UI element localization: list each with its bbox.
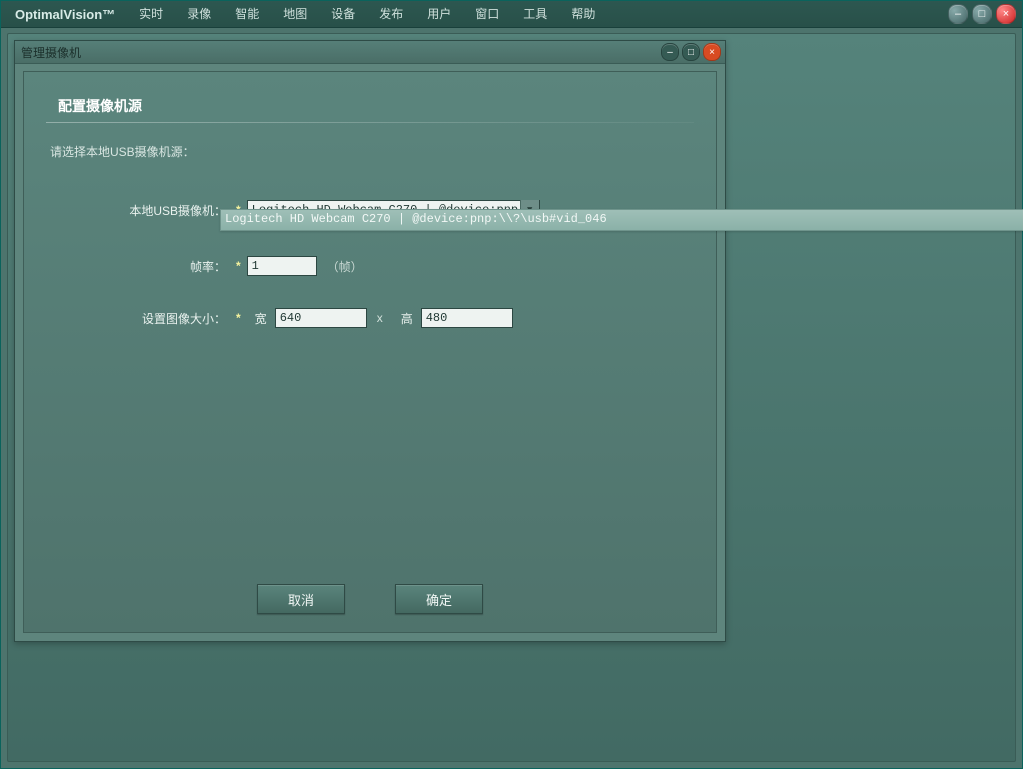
label-image-size: 设置图像大小：: [46, 310, 230, 327]
child-titlebar[interactable]: 管理摄像机 – □ ×: [15, 41, 725, 64]
menu-user[interactable]: 用户: [415, 1, 463, 27]
row-image-size: 设置图像大小： * 宽 x 高: [46, 306, 694, 330]
maximize-icon: □: [688, 47, 694, 58]
child-window-controls: – □ ×: [661, 43, 721, 61]
app-brand: OptimalVision™: [1, 7, 127, 22]
maximize-button[interactable]: □: [972, 4, 992, 24]
menu-tools[interactable]: 工具: [511, 1, 559, 27]
menu-window[interactable]: 窗口: [463, 1, 511, 27]
row-fps: 帧率： * （帧）: [46, 254, 694, 278]
ok-button[interactable]: 确定: [395, 584, 483, 614]
minimize-button[interactable]: –: [948, 4, 968, 24]
source-prompt: 请选择本地USB摄像机源：: [50, 143, 694, 160]
menubar: OptimalVision™ 实时 录像 智能 地图 设备 发布 用户 窗口 工…: [1, 1, 1022, 28]
app-window: OptimalVision™ 实时 录像 智能 地图 设备 发布 用户 窗口 工…: [0, 0, 1023, 769]
child-maximize-button[interactable]: □: [682, 43, 700, 61]
child-minimize-button[interactable]: –: [661, 43, 679, 61]
manage-camera-window: 管理摄像机 – □ × 配置摄像机源 请选择本地USB摄像机源： 本地USB摄像…: [14, 40, 726, 642]
section-divider: [46, 122, 694, 123]
maximize-icon: □: [979, 8, 986, 20]
minimize-icon: –: [955, 8, 961, 20]
section-header: 配置摄像机源: [58, 96, 694, 116]
height-input[interactable]: [421, 308, 513, 328]
dialog-button-row: 取消 确定: [24, 584, 716, 614]
label-fps: 帧率：: [46, 258, 230, 275]
menu-realtime[interactable]: 实时: [127, 1, 175, 27]
child-body: 配置摄像机源 请选择本地USB摄像机源： 本地USB摄像机： * Logitec…: [23, 71, 717, 633]
child-window-title: 管理摄像机: [21, 44, 81, 61]
label-width: 宽: [255, 310, 267, 327]
required-mark: *: [236, 311, 241, 325]
minimize-icon: –: [667, 47, 673, 58]
menu-record[interactable]: 录像: [175, 1, 223, 27]
dimension-separator: x: [377, 311, 383, 325]
close-button[interactable]: ×: [996, 4, 1016, 24]
label-height: 高: [401, 310, 413, 327]
workspace: 管理摄像机 – □ × 配置摄像机源 请选择本地USB摄像机源： 本地USB摄像…: [7, 33, 1016, 762]
close-icon: ×: [709, 47, 715, 58]
menu-device[interactable]: 设备: [319, 1, 367, 27]
cancel-button[interactable]: 取消: [257, 584, 345, 614]
width-input[interactable]: [275, 308, 367, 328]
child-close-button[interactable]: ×: [703, 43, 721, 61]
camera-dropdown-option[interactable]: Logitech HD Webcam C270 | @device:pnp:\\…: [220, 209, 1023, 231]
required-mark: *: [236, 259, 241, 273]
menu-help[interactable]: 帮助: [559, 1, 607, 27]
fps-unit: （帧）: [327, 258, 363, 275]
fps-input[interactable]: [247, 256, 317, 276]
window-controls: – □ ×: [948, 4, 1016, 24]
menu-ai[interactable]: 智能: [223, 1, 271, 27]
menu-map[interactable]: 地图: [271, 1, 319, 27]
ok-button-label: 确定: [426, 590, 452, 609]
label-camera: 本地USB摄像机：: [46, 202, 230, 219]
cancel-button-label: 取消: [288, 590, 314, 609]
menu-publish[interactable]: 发布: [367, 1, 415, 27]
close-icon: ×: [1003, 8, 1009, 20]
